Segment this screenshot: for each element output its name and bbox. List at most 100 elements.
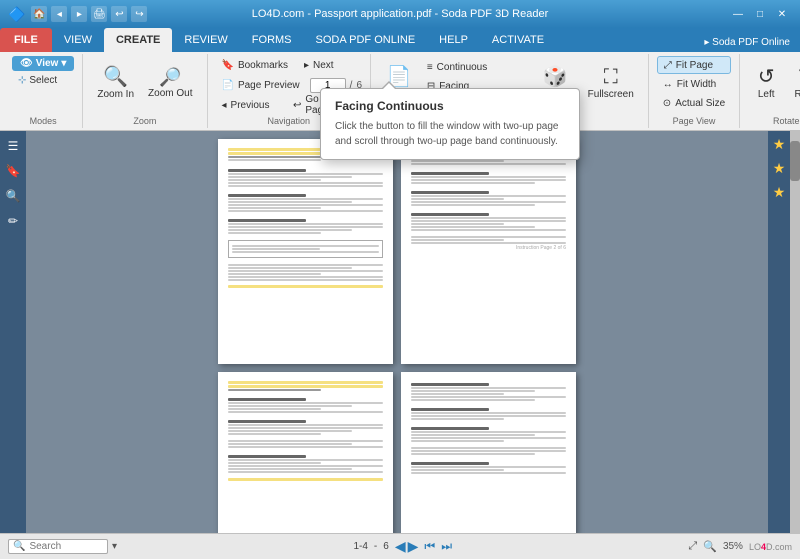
rotate-left-label: Left [758, 89, 775, 100]
select-icon: ⊹ [18, 75, 26, 86]
title-bar: 🔷 🏠 ◂ ▸ 🖨 ↩ ↪ LO4D.com - Passport applic… [0, 0, 800, 28]
minimize-button[interactable]: — [728, 6, 748, 22]
page-preview-label: Page Preview [238, 80, 300, 91]
actual-size-icon: ⊙ [663, 98, 671, 109]
view-mode-button[interactable]: 👁 View ▾ [12, 56, 74, 71]
zoom-in-icon: 🔍 [103, 67, 128, 87]
title-bar-controls: 🏠 ◂ ▸ 🖨 ↩ ↪ [31, 6, 147, 22]
maximize-button[interactable]: □ [750, 6, 770, 22]
zoom-in-label: Zoom In [97, 89, 134, 100]
fit-width-label: Fit Width [677, 79, 716, 90]
rotate-content: ↺ Left ↻ Right [748, 56, 800, 114]
pdf-page-row-1: Instruction Page 2 of 6 [218, 139, 576, 364]
tab-create[interactable]: CREATE [104, 28, 172, 52]
last-page-icon[interactable]: ⏭ [441, 539, 452, 554]
tab-forms[interactable]: FORMS [240, 28, 304, 52]
sidebar-tool-annotate[interactable]: ✏ [2, 210, 24, 232]
nav-back-icon[interactable]: ◂ [51, 6, 67, 22]
pdf-area[interactable]: Instruction Page 2 of 6 [26, 131, 768, 533]
pdf-page-4 [401, 372, 576, 533]
redo-icon[interactable]: ↪ [131, 6, 147, 22]
tooltip-title: Facing Continuous [335, 99, 565, 113]
select-mode-button[interactable]: ⊹ Select [12, 73, 74, 88]
status-center: 1-4 - 6 ◀ ▶ ⏮ ⏭ [353, 538, 452, 555]
fit-window-icon[interactable]: ⤢ [688, 540, 697, 553]
window-controls: — □ ✕ [728, 6, 792, 22]
rotate-group-label: Rotate [748, 116, 800, 126]
search-input[interactable] [29, 541, 99, 552]
rotate-left-icon: ↺ [758, 67, 775, 87]
first-page-icon[interactable]: ⏮ [424, 539, 435, 554]
scroll-thumb[interactable] [790, 141, 800, 181]
tab-file[interactable]: FILE [0, 28, 52, 52]
view-label: View [36, 58, 59, 69]
eye-icon: 👁 [20, 58, 33, 69]
zoom-in-button[interactable]: 🔍 Zoom In [91, 56, 140, 110]
page-preview-button[interactable]: 📄 Page Preview [216, 76, 306, 94]
status-next-arrow[interactable]: ▶ [408, 538, 419, 555]
zoom-group-label: Zoom [91, 116, 198, 126]
zoom-content: 🔍 Zoom In 🔎 Zoom Out [91, 56, 198, 114]
tooltip-description: Click the button to fill the window with… [335, 119, 565, 149]
fit-width-icon: ↔ [663, 79, 673, 90]
lo4d-logo: LO4D.com [749, 542, 792, 552]
rotate-left-button[interactable]: ↺ Left [748, 56, 784, 110]
tab-soda-online[interactable]: SODA PDF ONLINE [304, 28, 428, 52]
continuous-label: Continuous [437, 62, 488, 73]
page-view-group-label: Page View [657, 116, 731, 126]
right-tool-star1[interactable]: ★ [770, 135, 788, 153]
print-icon[interactable]: 🖨 [91, 6, 107, 22]
zoom-level-icon[interactable]: 🔍 [703, 540, 717, 553]
nav-arrows: ◀ ▶ [395, 538, 419, 555]
minimize-app-icon[interactable]: 🏠 [31, 6, 47, 22]
fit-page-button[interactable]: ⤢ Fit Page [657, 56, 731, 74]
search-down-icon[interactable]: ▾ [112, 541, 117, 552]
title-bar-left: 🔷 🏠 ◂ ▸ 🖨 ↩ ↪ [8, 6, 147, 23]
page-separator: - [374, 541, 377, 552]
continuous-icon: ≡ [427, 62, 433, 73]
right-tool-star3[interactable]: ★ [770, 183, 788, 201]
tab-view[interactable]: VIEW [52, 28, 104, 52]
previous-icon: ◂ [222, 100, 227, 111]
fit-width-button[interactable]: ↔ Fit Width [657, 75, 731, 93]
tab-review[interactable]: REVIEW [172, 28, 239, 52]
rotate-right-button[interactable]: ↻ Right [788, 56, 800, 110]
ribbon-tab-bar: FILE VIEW CREATE REVIEW FORMS SODA PDF O… [0, 28, 800, 52]
fullscreen-button[interactable]: ⛶ Fullscreen [582, 56, 640, 110]
zoom-out-label: Zoom Out [148, 88, 192, 99]
fit-page-label: Fit Page [676, 60, 713, 71]
next-button[interactable]: ▸ Next [298, 56, 340, 74]
tab-help[interactable]: HELP [427, 28, 480, 52]
soda-online-link[interactable]: ▸ Soda PDF Online [694, 33, 800, 52]
search-icon: 🔍 [13, 541, 25, 552]
sidebar-tool-search[interactable]: 🔍 [2, 185, 24, 207]
search-bar[interactable]: 🔍 [8, 539, 108, 554]
actual-size-button[interactable]: ⊙ Actual Size [657, 94, 731, 112]
zoom-out-button[interactable]: 🔎 Zoom Out [142, 56, 198, 110]
pdf-page-1 [218, 139, 393, 364]
nav-forward-icon[interactable]: ▸ [71, 6, 87, 22]
next-label: Next [313, 60, 334, 71]
tooltip-arrow-inner [381, 83, 397, 91]
page-view-content: ⤢ Fit Page ↔ Fit Width ⊙ Actual Size [657, 56, 731, 114]
page-range: 1-4 [353, 541, 367, 552]
pdf-page-2: Instruction Page 2 of 6 [401, 139, 576, 364]
right-tool-star2[interactable]: ★ [770, 159, 788, 177]
ribbon-group-zoom: 🔍 Zoom In 🔎 Zoom Out Zoom [83, 54, 207, 128]
close-button[interactable]: ✕ [772, 6, 792, 22]
sidebar-tool-menu[interactable]: ☰ [2, 135, 24, 157]
undo-icon[interactable]: ↩ [111, 6, 127, 22]
dropdown-arrow-icon: ▾ [61, 58, 66, 69]
tab-activate[interactable]: ACTIVATE [480, 28, 556, 52]
status-prev-arrow[interactable]: ◀ [395, 538, 406, 555]
previous-button[interactable]: ◂ Previous [216, 96, 283, 114]
modes-group-label: Modes [12, 116, 74, 126]
window-title: LO4D.com - Passport application.pdf - So… [252, 8, 549, 20]
right-sidebar: ★ ★ ★ [768, 131, 790, 533]
bookmarks-button[interactable]: 🔖 Bookmarks [216, 56, 294, 74]
continuous-button[interactable]: ≡ Continuous [421, 58, 529, 76]
zoom-out-icon: 🔎 [159, 68, 181, 86]
sidebar-tool-bookmark[interactable]: 🔖 [2, 160, 24, 182]
goto-icon: ↩ [293, 100, 301, 111]
vertical-scrollbar[interactable] [790, 131, 800, 533]
